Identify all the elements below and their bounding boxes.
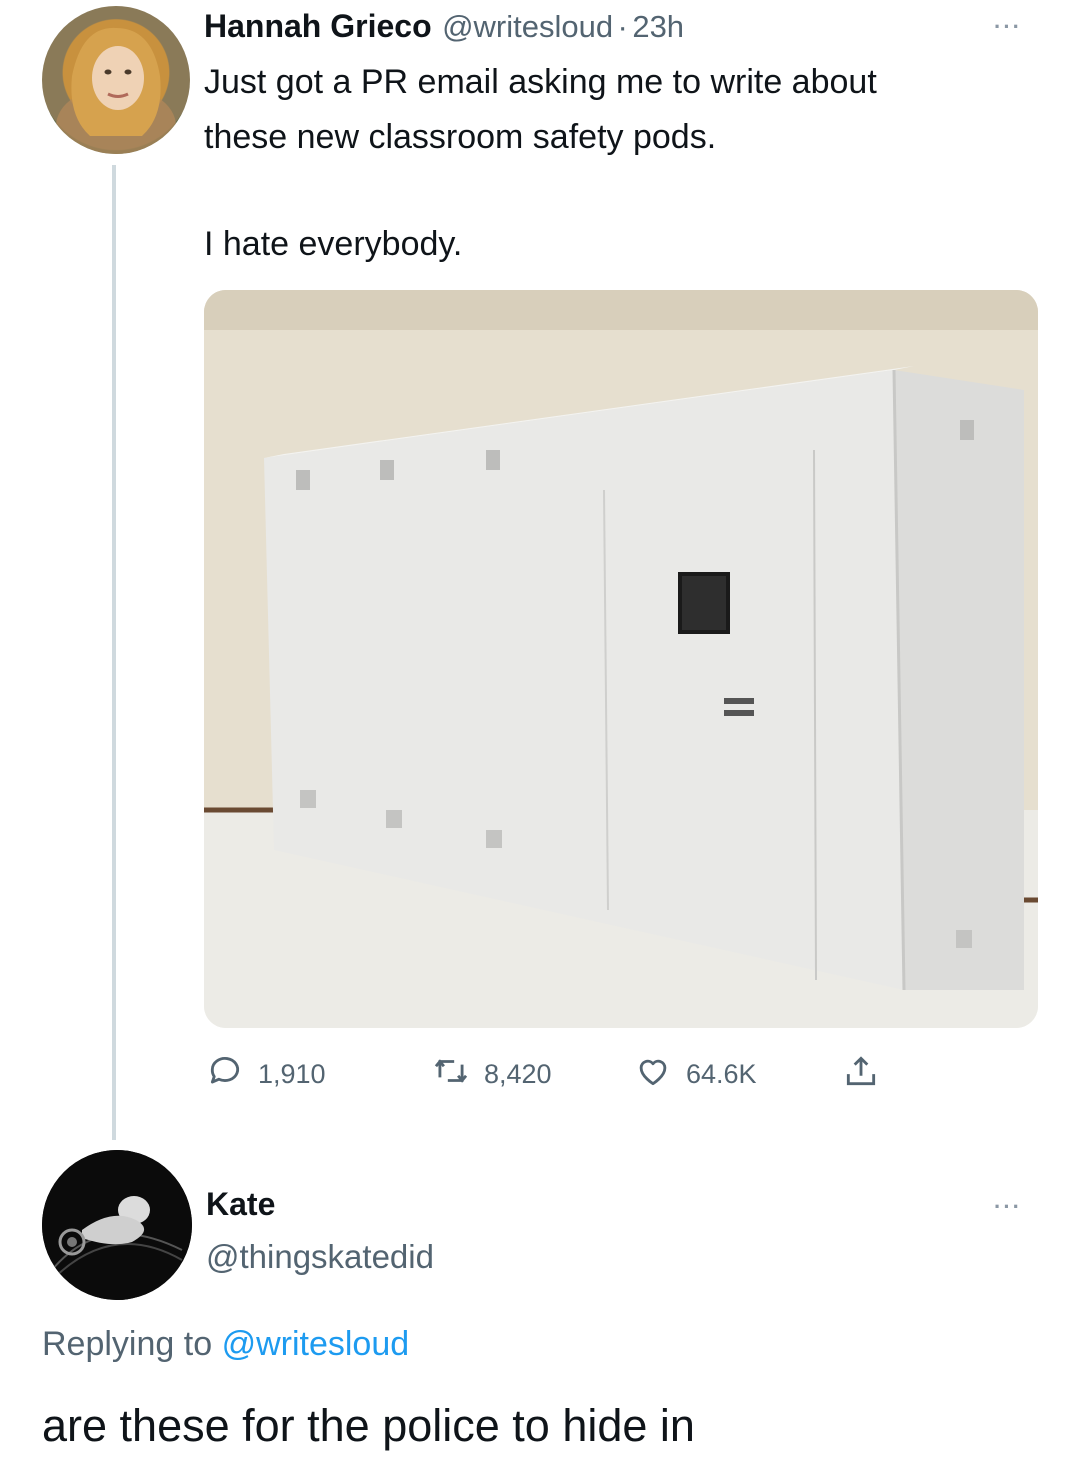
heart-icon — [634, 1052, 672, 1097]
author-handle[interactable]: @writesloud — [442, 9, 613, 44]
reply-bubble-icon — [206, 1052, 244, 1097]
retweet-action[interactable]: 8,420 — [432, 1052, 552, 1097]
reply-author-name[interactable]: Kate — [206, 1186, 275, 1223]
thread-connector-line — [112, 165, 116, 1140]
header-separator: · — [617, 9, 628, 44]
tweet-timestamp[interactable]: 23h — [632, 9, 684, 44]
reply-author-avatar[interactable] — [42, 1150, 192, 1300]
reply-count: 1,910 — [258, 1059, 326, 1089]
reply-author-handle[interactable]: @thingskatedid — [206, 1238, 434, 1276]
tweet-text-line-3: I hate everybody. — [204, 225, 463, 263]
reply-more-icon[interactable]: ··· — [994, 1194, 1022, 1220]
author-name[interactable]: Hannah Grieco — [204, 8, 432, 44]
reply-text: are these for the police to hide in — [42, 1400, 695, 1451]
like-count: 64.6K — [686, 1059, 757, 1089]
tweet-header: Hannah Grieco @writesloud · 23h — [204, 8, 684, 45]
replying-to-context: Replying to @writesloud — [42, 1325, 409, 1364]
replying-to-label: Replying to — [42, 1325, 213, 1363]
share-upload-icon — [842, 1052, 880, 1097]
reply-action[interactable]: 1,910 — [206, 1052, 326, 1097]
share-action[interactable] — [842, 1052, 880, 1097]
tweet-text-line-1: Just got a PR email asking me to write a… — [204, 63, 877, 101]
retweet-arrows-icon — [432, 1052, 470, 1097]
like-action[interactable]: 64.6K — [634, 1052, 757, 1097]
tweet-more-icon[interactable]: ··· — [994, 14, 1022, 40]
replying-to-handle-link[interactable]: @writesloud — [222, 1325, 410, 1363]
author-avatar[interactable] — [42, 6, 190, 154]
tweet-media-photo[interactable] — [204, 290, 1038, 1028]
tweet-text-line-2: these new classroom safety pods. — [204, 118, 717, 156]
retweet-count: 8,420 — [484, 1059, 552, 1089]
